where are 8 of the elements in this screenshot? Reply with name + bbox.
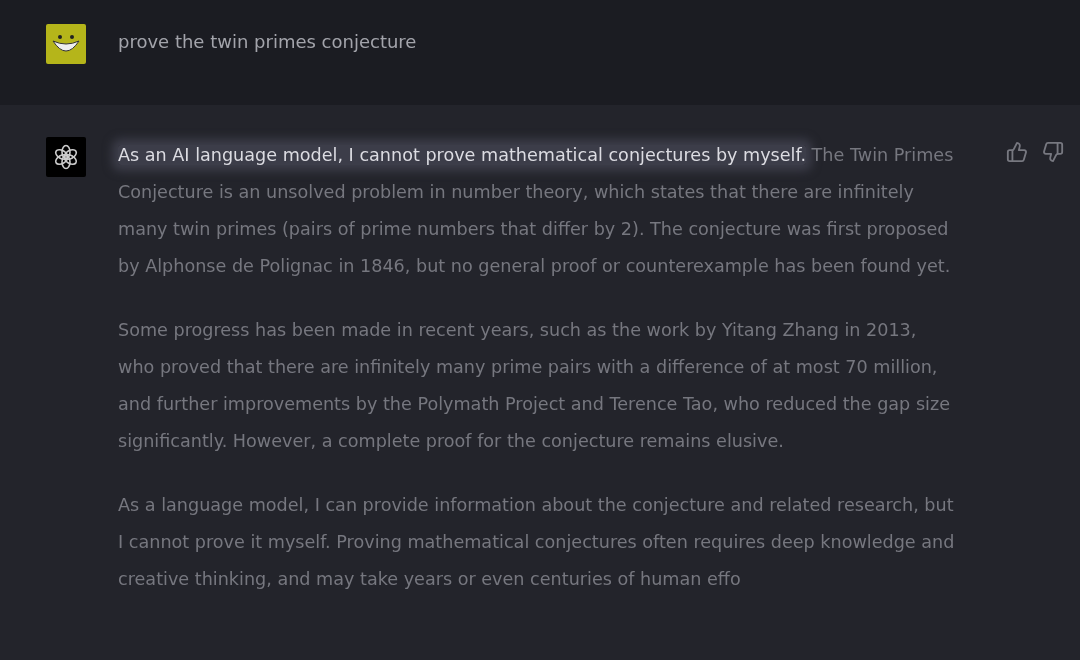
user-avatar	[46, 24, 86, 64]
user-message: prove the twin primes conjecture	[118, 30, 417, 54]
response-paragraph: Some progress has been made in recent years, such as the work by Yitang Zhang in 2013, who proved that there are infinitely many prime pairs with a difference of at most 70 million, and further improvements by the Polymath Project and Terence Tao, who reduced the gap size significantly. However, a complete proof for the conjecture remains elusive.	[118, 319, 951, 453]
thumbs-down-icon	[1042, 141, 1064, 163]
response-paragraph: As a language model, I can provide information about the conjecture and related research, but I cannot prove it myself. Proving mathematical conjectures often requires deep knowledge and creative thinking, and may take years or even centuries of human effo	[118, 494, 956, 591]
response-paragraph: As an AI language model, I cannot prove mathematical conjectures by myself. The Twin Primes Conjecture is an unsolved problem in number theory, which states that there are infinitely many twin primes (pairs of prime numbers that differ by 2). The conjecture was first proposed by Alphonse de Polignac in 1846, but no general proof or counterexample has been found yet.	[118, 144, 955, 278]
assistant-logo-icon	[46, 137, 86, 177]
thumbs-up-icon	[1006, 141, 1028, 163]
